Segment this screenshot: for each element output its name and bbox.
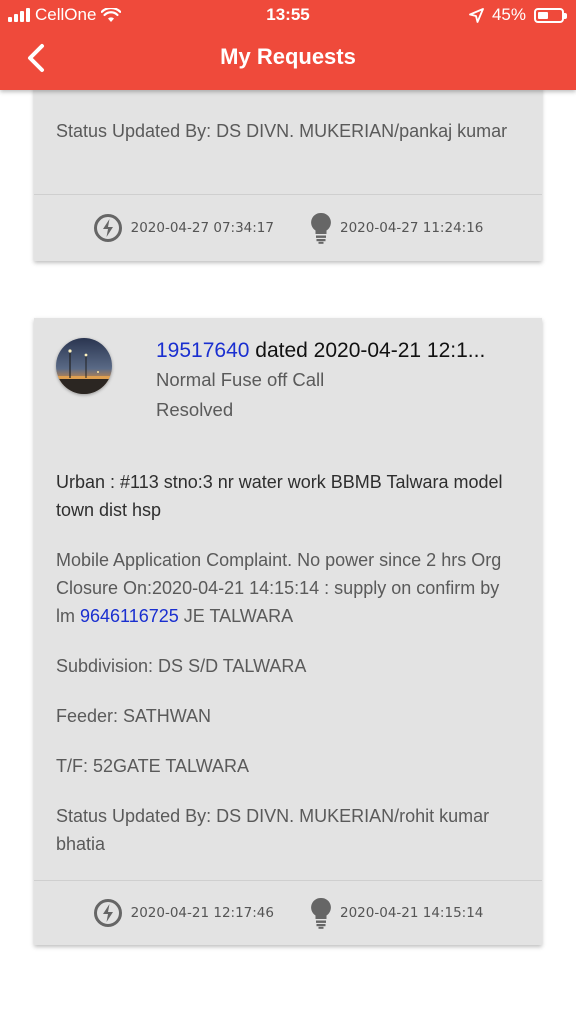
request-id-link[interactable]: 19517640: [156, 339, 249, 362]
remarks: Mobile Application Complaint. No power s…: [56, 546, 522, 630]
complaint-time: 2020-04-27 07:34:17: [93, 213, 274, 243]
card-footer: 2020-04-27 07:34:17 2020-04-27 11:24:16: [34, 195, 542, 261]
transformer: T/F: 52GATE TALWARA: [56, 756, 250, 776]
subdivision: Subdivision: DS S/D TALWARA: [56, 656, 307, 676]
resolved-time: 2020-04-27 11:24:16: [310, 212, 483, 244]
card-footer: 2020-04-21 12:17:46 2020-04-21 14:15:14: [34, 880, 542, 946]
phone-link[interactable]: 9646116725: [80, 606, 179, 626]
resolved-time: 2020-04-21 14:15:14: [310, 897, 483, 929]
request-card[interactable]: Status Updated By: DS DIVN. MUKERIAN/pan…: [34, 60, 542, 261]
request-card[interactable]: 19517640 dated 2020-04-21 12:1... Normal…: [34, 318, 542, 945]
request-heading: 19517640 dated 2020-04-21 12:1...: [156, 336, 524, 366]
power-off-icon: [93, 214, 122, 242]
battery-percent: 45%: [491, 5, 526, 24]
complaint-time: 2020-04-21 12:17:46: [93, 898, 274, 928]
power-off-icon: [93, 899, 122, 927]
app-header: CellOne 13:55 45% My Requests: [0, 0, 576, 90]
status-right-group: 45%: [469, 5, 567, 25]
bulb-icon: [311, 897, 331, 929]
complaint-time-text: 2020-04-27 07:34:17: [130, 220, 274, 236]
address: Urban : #113 stno:3 nr water work BBMB T…: [56, 472, 503, 520]
resolved-time-text: 2020-04-21 14:15:14: [340, 905, 484, 921]
nav-bar: My Requests: [0, 38, 576, 80]
page-title: My Requests: [220, 44, 356, 69]
location-arrow-icon: [469, 7, 484, 23]
status-updated-by: Status Updated By: DS DIVN. MUKERIAN/roh…: [56, 806, 490, 854]
complaint-time-text: 2020-04-21 12:17:46: [130, 905, 274, 921]
resolved-time-text: 2020-04-27 11:24:16: [340, 220, 484, 236]
avatar: [56, 338, 112, 394]
remarks-suffix: JE TALWARA: [178, 606, 294, 626]
request-date: dated 2020-04-21 12:1...: [249, 339, 486, 362]
status-bar: CellOne 13:55 45%: [0, 0, 576, 30]
battery-icon: [534, 7, 567, 23]
feeder: Feeder: SATHWAN: [56, 706, 212, 726]
request-category: Normal Fuse off Call: [156, 369, 325, 390]
request-status: Resolved: [156, 399, 234, 420]
bulb-icon: [311, 212, 331, 244]
status-updated-by: Status Updated By: DS DIVN. MUKERIAN/pan…: [56, 121, 508, 141]
